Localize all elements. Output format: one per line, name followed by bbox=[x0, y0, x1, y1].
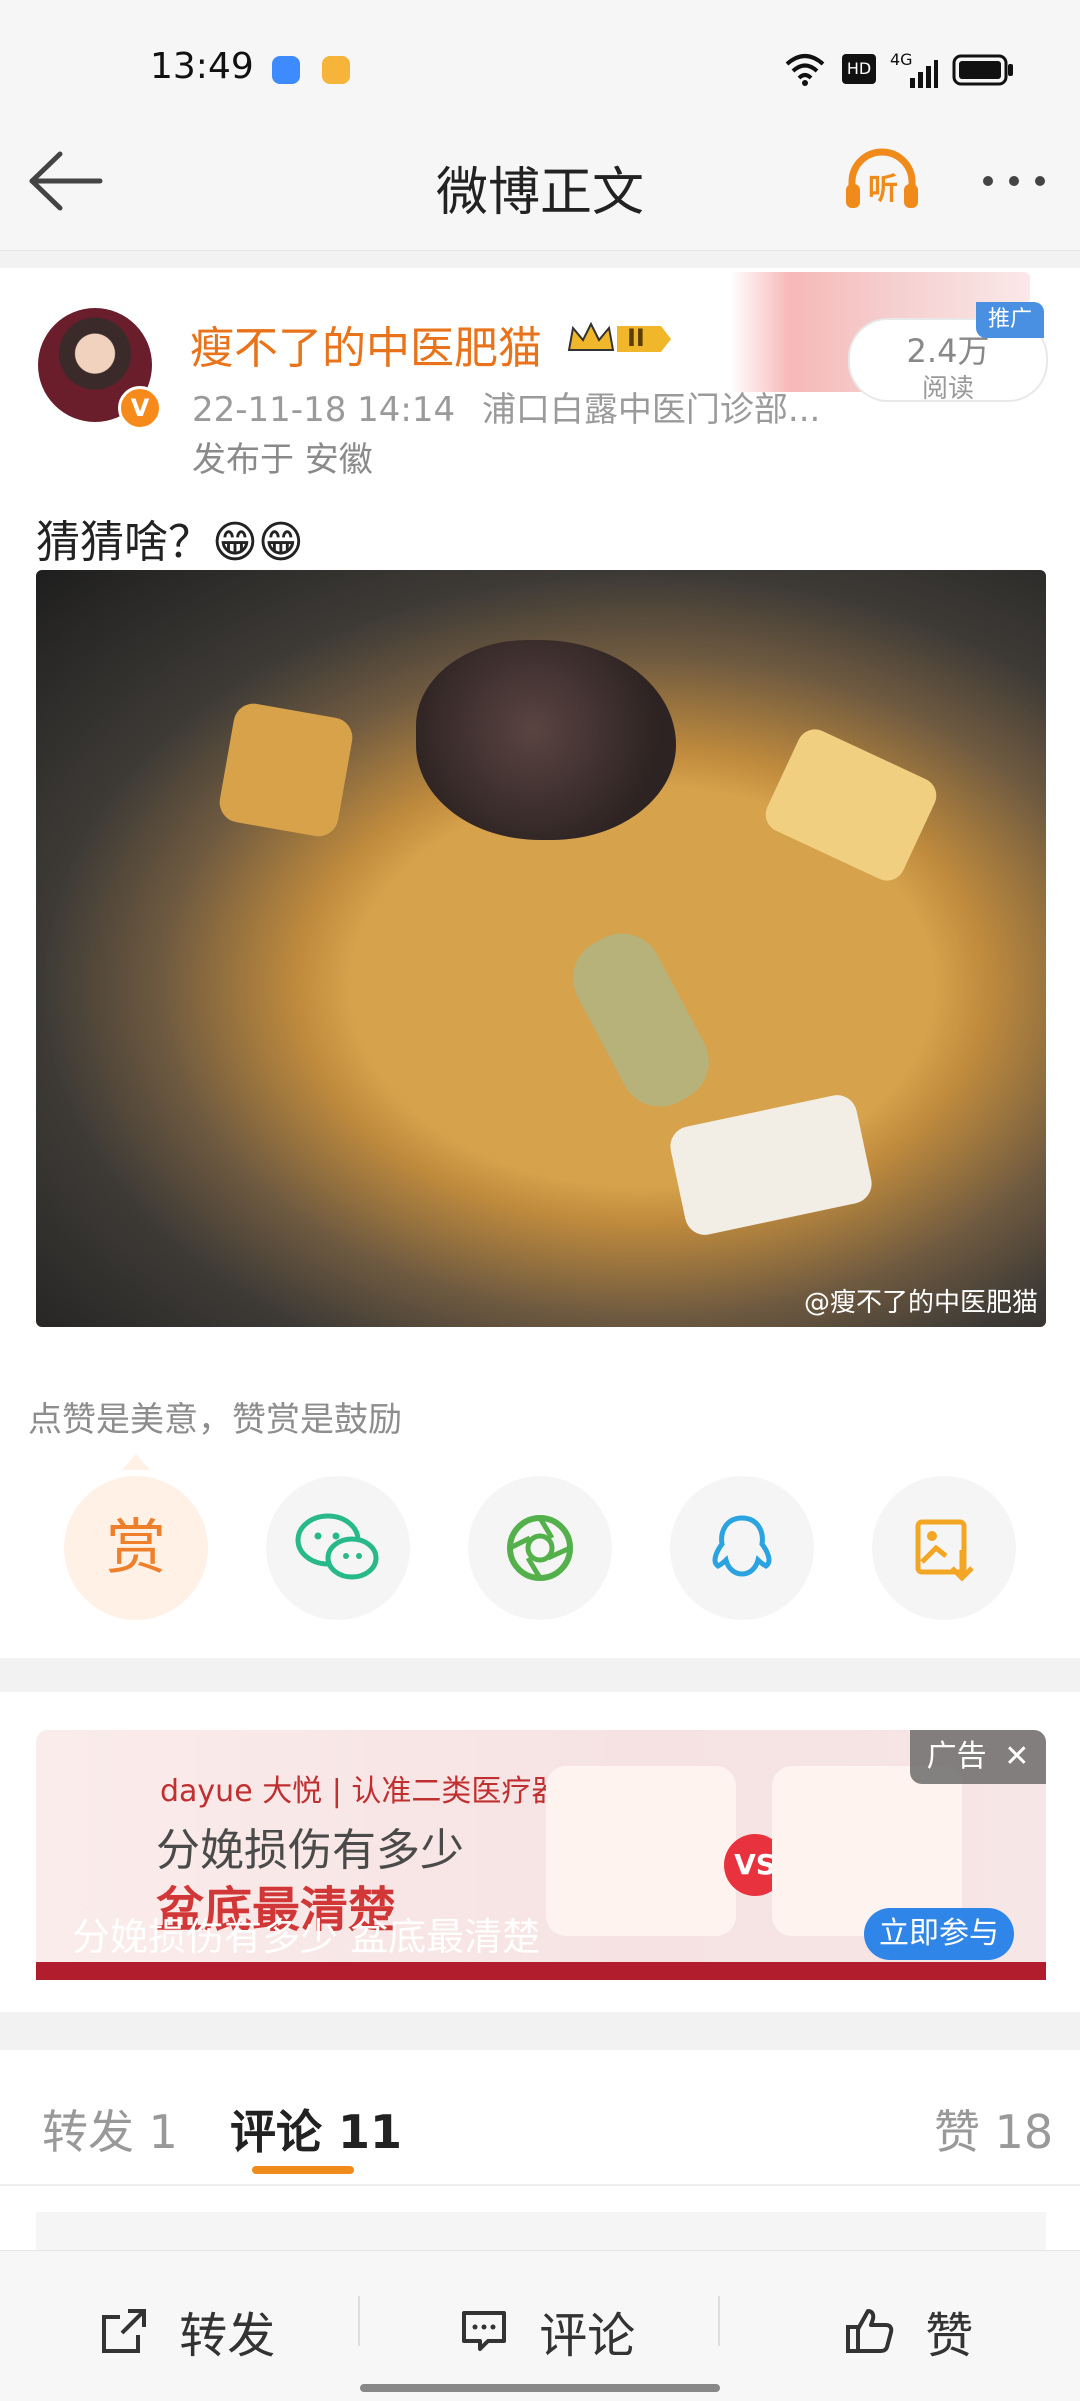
post-time: 22-11-18 14:14 bbox=[192, 390, 456, 430]
crown-icon bbox=[567, 321, 671, 352]
image-ingredient bbox=[559, 919, 723, 1121]
read-label: 阅读 bbox=[921, 374, 974, 404]
author-name[interactable]: 瘦不了的中医肥猫 bbox=[190, 312, 542, 376]
active-tab-indicator bbox=[252, 2166, 354, 2174]
post-text: 猜猜啥？😁😁 bbox=[36, 517, 304, 568]
moments-icon bbox=[507, 1515, 573, 1581]
reward-label: 赏 bbox=[106, 1513, 166, 1583]
image-ingredient bbox=[216, 700, 356, 840]
ad-tag-label: 广告 bbox=[926, 1739, 987, 1774]
tab-reposts[interactable]: 转发 1 bbox=[42, 2096, 178, 2162]
save-image-button[interactable] bbox=[872, 1476, 1016, 1620]
post-location: 发布于 安徽 bbox=[192, 440, 373, 480]
reward-pointer bbox=[122, 1454, 150, 1470]
image-ingredient bbox=[416, 640, 676, 840]
comment-list-placeholder bbox=[36, 2212, 1046, 2252]
share-moments-button[interactable] bbox=[468, 1476, 612, 1620]
more-options-button[interactable] bbox=[978, 170, 1050, 192]
listen-button[interactable]: 听 bbox=[842, 148, 922, 212]
tab-likes[interactable]: 赞 18 bbox=[934, 2096, 1053, 2162]
home-indicator[interactable] bbox=[360, 2384, 720, 2392]
promoted-tag: 推广 bbox=[976, 302, 1044, 338]
save-image-icon bbox=[915, 1519, 974, 1582]
image-ingredient bbox=[759, 723, 943, 887]
repost-button[interactable]: 转发 bbox=[98, 2296, 275, 2366]
ad-fineprint-strip bbox=[36, 1962, 1046, 1980]
repost-label: 转发 bbox=[179, 2308, 276, 2364]
ad-caption: 分娩损伤有多少 盆底最清楚 bbox=[72, 1915, 541, 1959]
tab-comments[interactable]: 评论 11 bbox=[230, 2096, 402, 2162]
share-qq-button[interactable] bbox=[670, 1476, 814, 1620]
qq-icon bbox=[712, 1515, 772, 1577]
image-watermark: @瘦不了的中医肥猫 bbox=[803, 1288, 1038, 1318]
battery-icon bbox=[952, 54, 1014, 86]
weibo-notification-icon bbox=[322, 56, 350, 84]
like-button[interactable]: 赞 bbox=[844, 2296, 973, 2366]
verified-badge-icon: V bbox=[118, 386, 162, 430]
wechat-icon bbox=[295, 1513, 379, 1580]
signal-icon bbox=[898, 58, 938, 88]
reward-button[interactable]: 赏 bbox=[64, 1476, 208, 1620]
listen-label: 听 bbox=[868, 172, 898, 207]
share-wechat-button[interactable] bbox=[266, 1476, 410, 1620]
more-dots-icon bbox=[983, 176, 1045, 186]
repost-icon bbox=[98, 2305, 150, 2357]
status-time: 13:49 bbox=[150, 46, 254, 87]
post-image[interactable]: @瘦不了的中医肥猫 bbox=[36, 570, 1046, 1327]
hd-badge: HD bbox=[842, 54, 876, 84]
vip-level: II bbox=[627, 324, 645, 352]
post-meta: 22-11-18 14:14 浦口白露中医门诊部... bbox=[192, 382, 820, 431]
notification-app-icon bbox=[272, 56, 300, 84]
ad-brand: dayue 大悦 | 认准二类医疗器械 bbox=[160, 1774, 592, 1809]
image-ingredient bbox=[666, 1091, 876, 1239]
thumbs-up-icon bbox=[844, 2305, 896, 2357]
vip-badge[interactable]: II bbox=[565, 318, 675, 360]
ad-illustration-before bbox=[546, 1766, 736, 1936]
comment-label: 评论 bbox=[539, 2308, 636, 2364]
ad-close-tag[interactable]: 广告 ✕ bbox=[910, 1730, 1046, 1784]
tab-divider bbox=[0, 2184, 1080, 2186]
ad-cta-button[interactable]: 立即参与 bbox=[864, 1908, 1014, 1960]
like-label: 赞 bbox=[925, 2308, 974, 2364]
comment-button[interactable]: 评论 bbox=[458, 2296, 635, 2366]
ad-headline: 分娩损伤有多少 bbox=[156, 1825, 464, 1876]
bar-separator bbox=[358, 2296, 360, 2346]
close-icon[interactable]: ✕ bbox=[1004, 1739, 1029, 1774]
comment-icon bbox=[458, 2305, 510, 2357]
post-source[interactable]: 浦口白露中医门诊部... bbox=[482, 390, 820, 430]
wifi-icon bbox=[784, 52, 826, 86]
bar-separator bbox=[718, 2296, 720, 2346]
reward-tip: 点赞是美意，赞赏是鼓励 bbox=[28, 1400, 402, 1440]
